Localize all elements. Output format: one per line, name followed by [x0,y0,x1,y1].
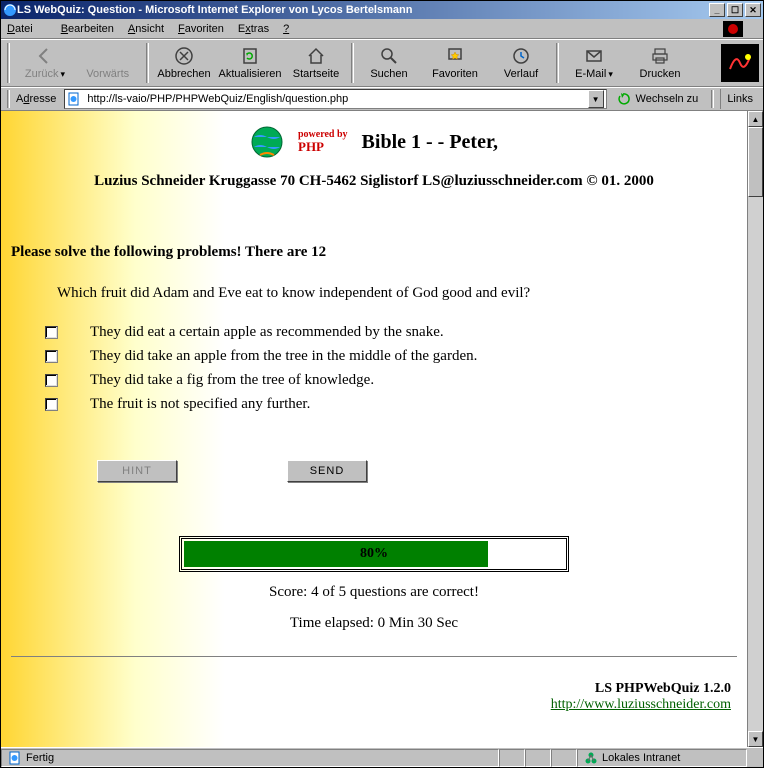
favorites-button[interactable]: Favoriten [422,41,488,85]
send-button[interactable]: SEND [287,460,367,482]
window-title: LS WebQuiz: Question - Microsoft Interne… [17,4,709,16]
menu-bearbeiten[interactable]: Bearbeiten [61,23,114,35]
toolbar: Zurück▾ Vorwärts▾ Abbrechen Aktualisiere… [1,39,763,87]
menu-help[interactable]: ? [283,23,289,35]
address-dropdown[interactable]: ▼ [588,90,604,108]
ie-icon [3,3,17,17]
instruction-text: Please solve the following problems! The… [11,244,747,261]
menu-extras[interactable]: Extras [238,23,269,35]
print-button[interactable]: Drucken [627,41,693,85]
quiz-title: Bible 1 - - Peter, [362,131,498,154]
menu-datei[interactable]: Datei [7,23,47,35]
scroll-thumb[interactable] [748,127,763,197]
status-zone: Lokales Intranet [577,749,747,767]
vertical-scrollbar[interactable]: ▲ ▼ [747,111,763,747]
answer-checkbox-1[interactable] [45,326,58,339]
answers-list: They did eat a certain apple as recommen… [45,320,747,416]
home-button[interactable]: Startseite [283,41,349,85]
address-input[interactable] [85,92,583,106]
menu-favoriten[interactable]: Favoriten [178,23,224,35]
intranet-icon [584,751,598,765]
page-footer: LS PHPWebQuiz 1.2.0 http://www.luziussch… [1,681,731,713]
answer-text: The fruit is not specified any further. [90,396,310,413]
status-pane-3 [551,749,577,767]
page-icon [67,92,81,106]
product-name: LS PHPWebQuiz 1.2.0 [595,681,731,696]
footer-link[interactable]: http://www.luziusschneider.com [551,697,731,712]
scroll-track[interactable] [748,127,763,731]
search-button[interactable]: Suchen [356,41,422,85]
close-button[interactable]: ✕ [745,3,761,17]
browser-window: LS WebQuiz: Question - Microsoft Interne… [0,0,764,768]
question-text: Which fruit did Adam and Eve eat to know… [57,285,747,302]
menu-brand-icon [723,21,743,37]
answer-row: They did take an apple from the tree in … [45,344,747,368]
score-text: Score: 4 of 5 questions are correct! [1,584,747,601]
byline: Luzius Schneider Kruggasse 70 CH-5462 Si… [1,173,747,190]
title-bar: LS WebQuiz: Question - Microsoft Interne… [1,1,763,19]
scroll-down-button[interactable]: ▼ [748,731,763,747]
answer-text: They did take a fig from the tree of kno… [90,372,374,389]
status-main: Fertig [1,749,499,767]
progress-bar: 80% [179,536,569,572]
button-row: HINT SEND [97,460,747,482]
status-bar: Fertig Lokales Intranet [1,747,763,767]
forward-button: Vorwärts▾ [78,41,144,85]
go-button[interactable]: Wechseln zu [611,89,706,109]
page-header: powered by PHP Bible 1 - - Peter, [1,111,747,159]
globe-icon [250,125,284,159]
answer-row: They did eat a certain apple as recommen… [45,320,747,344]
menu-ansicht[interactable]: Ansicht [128,23,164,35]
status-pane-2 [525,749,551,767]
scroll-up-button[interactable]: ▲ [748,111,763,127]
page-content: powered by PHP Bible 1 - - Peter, Luzius… [1,111,747,747]
stop-button[interactable]: Abbrechen [151,41,217,85]
address-input-container: ▼ [64,89,606,109]
elapsed-text: Time elapsed: 0 Min 30 Sec [1,615,747,632]
maximize-button[interactable]: ☐ [727,3,743,17]
answer-checkbox-2[interactable] [45,350,58,363]
answer-row: They did take a fig from the tree of kno… [45,368,747,392]
answer-checkbox-3[interactable] [45,374,58,387]
refresh-button[interactable]: Aktualisieren [217,41,283,85]
minimize-button[interactable]: _ [709,3,725,17]
page-icon [8,751,22,765]
answer-row: The fruit is not specified any further. [45,392,747,416]
mail-button[interactable]: E-Mail▾ [561,41,627,85]
divider [11,656,737,657]
throbber-icon [721,44,759,82]
answer-text: They did take an apple from the tree in … [90,348,477,365]
powered-by-label: powered by PHP [298,129,348,154]
links-button[interactable]: Links [720,89,759,109]
menu-bar: Datei Bearbeiten Ansicht Favoriten Extra… [1,19,763,39]
answer-checkbox-4[interactable] [45,398,58,411]
address-bar: Adresse ▼ Wechseln zu Links [1,87,763,111]
answer-text: They did eat a certain apple as recommen… [90,324,444,341]
history-button[interactable]: Verlauf [488,41,554,85]
content-area: powered by PHP Bible 1 - - Peter, Luzius… [1,111,763,747]
window-controls: _ ☐ ✕ [709,3,761,17]
progress-label: 80% [184,541,564,567]
back-button[interactable]: Zurück▾ [12,41,78,85]
status-pane-1 [499,749,525,767]
hint-button[interactable]: HINT [97,460,177,482]
address-label: Adresse [16,93,56,105]
